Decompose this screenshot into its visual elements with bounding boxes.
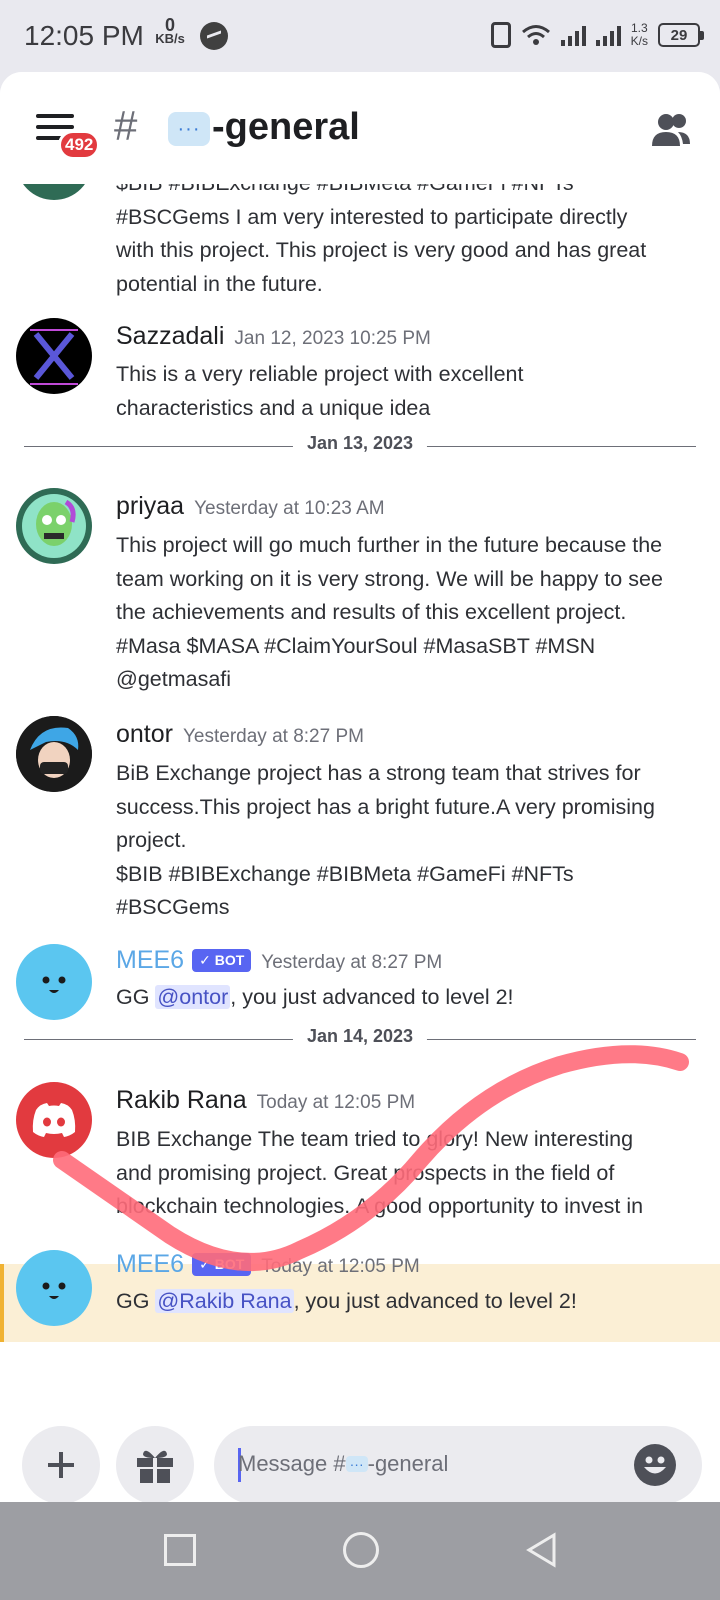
avatar[interactable] <box>16 488 92 564</box>
back-button[interactable] <box>524 1532 560 1568</box>
unread-badge: 492 <box>58 130 101 160</box>
smiley-icon <box>644 1456 666 1474</box>
data-rate: 1.3 K/s <box>630 21 648 48</box>
gift-button[interactable] <box>116 1426 194 1502</box>
message-timestamp: Yesterday at 8:27 PM <box>261 952 443 973</box>
bot-tag: ✓ BOT <box>192 949 252 972</box>
message-timestamp: Yesterday at 8:27 PM <box>182 726 364 747</box>
emoji-button[interactable] <box>634 1444 676 1486</box>
user-mention[interactable]: @ontor <box>155 985 231 1009</box>
signal-icon-2 <box>595 24 621 46</box>
message-username[interactable]: Sazzadali Jan 12, 2023 10:25 PM <box>116 322 431 351</box>
speech-bubble-icon: ··· <box>168 112 210 146</box>
message-username[interactable]: MEE6 ✓ BOT Yesterday at 8:27 PM <box>116 946 442 975</box>
message-body: GG @Rakib Rana, you just advanced to lev… <box>116 1289 577 1313</box>
avatar[interactable] <box>16 1250 92 1326</box>
message-timestamp: Yesterday at 10:23 AM <box>194 498 385 519</box>
gift-icon <box>137 1450 173 1483</box>
discord-logo-icon <box>32 1103 76 1137</box>
vibrate-icon <box>490 22 511 48</box>
battery-icon: 29 <box>658 23 704 47</box>
message-body: This project will go much further in the… <box>116 533 663 691</box>
message-username[interactable]: ontor Yesterday at 8:27 PM <box>116 720 364 749</box>
message-timestamp: Today at 12:05 PM <box>256 1092 416 1113</box>
mee6-face-icon <box>42 1282 66 1299</box>
chat-app: $BIB #BIBExchange #BIBMeta #GameFi #NFTs… <box>0 72 720 1502</box>
mee6-face-icon <box>42 976 66 993</box>
avatar[interactable] <box>16 318 92 394</box>
message-username[interactable]: Rakib Rana Today at 12:05 PM <box>116 1086 415 1115</box>
messenger-icon <box>200 22 228 50</box>
message-body: $BIB #BIBExchange #BIBMeta #GameFi #NFTs… <box>116 171 647 296</box>
avatar-art-icon <box>22 494 86 558</box>
message-username[interactable]: MEE6 ✓ BOT Today at 12:05 PM <box>116 1250 420 1279</box>
members-icon[interactable] <box>650 110 692 150</box>
avatar-art-icon <box>16 716 92 792</box>
status-bar: 12:05 PM 0 KB/s 1.3 K/s 29 <box>0 0 720 72</box>
status-time: 12:05 PM <box>24 20 144 51</box>
avatar[interactable] <box>16 716 92 792</box>
message-body: BIB Exchange The team tried to glory! Ne… <box>116 1127 644 1218</box>
message-body: BiB Exchange project has a strong team t… <box>116 761 655 919</box>
add-attachment-button[interactable] <box>22 1426 100 1502</box>
avatar[interactable] <box>16 1082 92 1158</box>
recents-button[interactable] <box>164 1534 196 1566</box>
network-speed: 0 KB/s <box>155 15 185 46</box>
message-timestamp: Today at 12:05 PM <box>261 1256 420 1277</box>
date-divider: Jan 13, 2023 <box>24 431 696 461</box>
channel-header: 492 # ··· -general <box>0 72 720 184</box>
system-nav-bar <box>0 1502 720 1600</box>
avatar-art-icon <box>30 329 78 385</box>
home-button[interactable] <box>343 1532 379 1568</box>
wifi-icon <box>521 25 550 45</box>
avatar[interactable] <box>16 944 92 1020</box>
message-input[interactable]: Message # ··· -general <box>214 1426 702 1502</box>
message-body: This is a very reliable project with exc… <box>116 362 524 420</box>
date-divider: Jan 14, 2023 <box>24 1024 696 1054</box>
message-username[interactable]: priyaa Yesterday at 10:23 AM <box>116 492 385 521</box>
bot-tag: ✓ BOT <box>192 1253 252 1276</box>
channel-name[interactable]: -general <box>212 106 360 149</box>
signal-icon <box>560 24 586 46</box>
message-timestamp: Jan 12, 2023 10:25 PM <box>234 328 431 349</box>
channel-hash-icon: # <box>114 102 138 149</box>
user-mention[interactable]: @Rakib Rana <box>155 1289 294 1313</box>
composer-bar: Message # ··· -general <box>0 1402 720 1502</box>
plus-icon <box>48 1452 74 1478</box>
status-right: 1.3 K/s 29 <box>490 20 704 50</box>
message-placeholder: Message # ··· -general <box>238 1451 449 1476</box>
message-body: GG @ontor, you just advanced to level 2! <box>116 985 514 1009</box>
